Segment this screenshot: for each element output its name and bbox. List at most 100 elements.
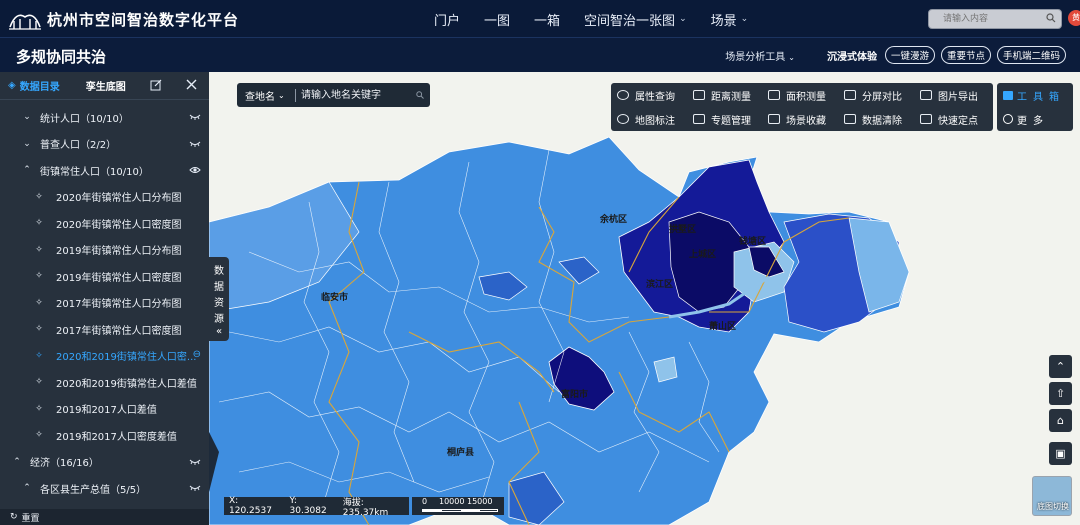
tool-label: 场景收藏 bbox=[786, 115, 826, 127]
eye-open-icon[interactable] bbox=[189, 165, 201, 175]
tree-item-label: 2020和2019街镇常住人口密... bbox=[56, 352, 197, 363]
tool-label: 地图标注 bbox=[635, 115, 675, 127]
tool-image-export[interactable]: 图片导出 bbox=[920, 84, 978, 106]
tool-area[interactable]: 面积测量 bbox=[768, 84, 826, 106]
chevron-down-icon[interactable]: ⌄ bbox=[22, 112, 32, 122]
tree-item[interactable]: ✧ 2019和2017人口差值 bbox=[0, 396, 209, 422]
remove-icon[interactable]: ⊖ bbox=[193, 349, 201, 360]
search-icon[interactable] bbox=[416, 91, 424, 99]
tree-item[interactable]: ⌄ 普查人口（2/2） bbox=[0, 131, 209, 157]
tool-scene-favorite[interactable]: 场景收藏 bbox=[768, 108, 826, 130]
tree-item[interactable]: ✧ 2017年街镇常住人口密度图 bbox=[0, 316, 209, 342]
split-screen-icon bbox=[844, 90, 856, 100]
eye-closed-icon: ✧ bbox=[35, 271, 43, 281]
more-button[interactable]: 更多 bbox=[1003, 108, 1049, 130]
elevation: 海拔: 235.37km bbox=[342, 497, 389, 518]
reset-button[interactable]: ↻ 重置 bbox=[0, 509, 209, 525]
nav-scene[interactable]: 场景 ⌄ bbox=[701, 10, 759, 29]
map-canvas[interactable]: 余杭区 拱墅区 钱塘区 上城区 滨江区 萧山区 临安市 富阳市 桐庐县 bbox=[209, 72, 1080, 525]
global-search-input[interactable] bbox=[929, 10, 1039, 28]
tab-data-catalog[interactable]: ◈ 数据目录 bbox=[8, 78, 60, 93]
tool-label: 面积测量 bbox=[786, 91, 826, 103]
eraser-icon bbox=[844, 114, 856, 124]
eye-closed-icon[interactable] bbox=[189, 139, 201, 149]
nav-spatial-map[interactable]: 空间智治一张图 ⌄ bbox=[574, 10, 697, 29]
compass-button[interactable]: ⌃ bbox=[1049, 355, 1072, 378]
scene-tools-menu[interactable]: 场景分析工具 ⌄ bbox=[725, 48, 795, 63]
nav-portal[interactable]: 门户 bbox=[424, 10, 470, 29]
tree-item[interactable]: ✧ 2019和2017人口密度差值 bbox=[0, 422, 209, 448]
tool-label: 数据清除 bbox=[862, 115, 902, 127]
nav-box[interactable]: 一箱 bbox=[524, 10, 570, 29]
chevron-up-icon[interactable]: ⌃ bbox=[22, 483, 32, 493]
tree-item[interactable]: ✧ 2019年街镇常住人口分布图 bbox=[0, 237, 209, 263]
app-title: 杭州市空间智治数字化平台 bbox=[47, 11, 240, 29]
tree-item[interactable]: ⌃ 经济（16/16） bbox=[0, 449, 209, 475]
tool-quick-locate[interactable]: 快速定点 bbox=[920, 108, 978, 130]
data-catalog-panel: ◈ 数据目录 孪生底图 ⌄ 统计人口（10/10） ⌄ 普查人口（2/2） ⌃ 街镇常住人口… bbox=[0, 72, 209, 525]
ruler-icon bbox=[693, 90, 705, 100]
tool-distance[interactable]: 距离测量 bbox=[693, 84, 751, 106]
coordinate-readout: X: 120.2537 Y: 30.3082 海拔: 235.37km bbox=[224, 496, 409, 518]
navigation-icon: ⇧ bbox=[1055, 387, 1066, 400]
tool-attribute-query[interactable]: 属性查询 bbox=[617, 84, 675, 106]
tree-item[interactable]: ✧ 2020年街镇常住人口分布图 bbox=[0, 184, 209, 210]
edit-icon[interactable] bbox=[150, 79, 162, 91]
tree-item[interactable]: ✧ 2019年街镇常住人口密度图 bbox=[0, 263, 209, 289]
close-icon[interactable] bbox=[185, 78, 198, 91]
tool-data-clear[interactable]: 数据清除 bbox=[844, 108, 902, 130]
tool-label: 图片导出 bbox=[938, 91, 978, 103]
search-icon[interactable] bbox=[1046, 13, 1056, 23]
tool-split-compare[interactable]: 分屏对比 bbox=[844, 84, 902, 106]
tool-map-annotate[interactable]: 地图标注 bbox=[617, 108, 675, 130]
tree-item-label: 2019和2017人口差值 bbox=[56, 405, 157, 416]
gallery-icon: ▣ bbox=[1055, 447, 1066, 460]
tree-item[interactable]: ⌃ 各区县生产总值（5/5） bbox=[0, 475, 209, 501]
chevron-up-icon[interactable]: ⌃ bbox=[22, 165, 32, 175]
eye-closed-icon: ✧ bbox=[35, 191, 43, 202]
tree-item[interactable]: ✧ 2020和2019街镇常住人口差值 bbox=[0, 369, 209, 395]
panel-collapse-handle[interactable]: 数 据 资 源 « bbox=[209, 257, 229, 341]
panel-tabs: ◈ 数据目录 孪生底图 bbox=[0, 72, 209, 100]
tree-item[interactable]: ⌄ 统计人口（10/10） bbox=[0, 104, 209, 130]
reset-north-button[interactable]: ⇧ bbox=[1049, 382, 1072, 405]
eye-closed-icon[interactable] bbox=[189, 112, 201, 122]
tool-theme-manage[interactable]: 专题管理 bbox=[693, 108, 751, 130]
tree-item[interactable]: ✧ 2020年街镇常住人口密度图 bbox=[0, 210, 209, 236]
scale-label: 15000 bbox=[467, 497, 493, 506]
tree-item[interactable]: ⌃ 街镇常住人口（10/10） bbox=[0, 157, 209, 183]
eye-closed-icon[interactable] bbox=[189, 457, 201, 467]
nav-map[interactable]: 一图 bbox=[474, 10, 520, 29]
chevron-down-icon[interactable]: ⌄ bbox=[22, 139, 32, 149]
mobile-qr-button[interactable]: 手机端二维码 bbox=[996, 46, 1066, 64]
toolbox-button[interactable]: 工具箱 bbox=[1003, 84, 1065, 106]
tree-item[interactable]: ✧ 2017年街镇常住人口分布图 bbox=[0, 290, 209, 316]
tree-item-label: 2020年街镇常住人口密度图 bbox=[56, 219, 182, 231]
chevron-down-icon: ⌄ bbox=[679, 14, 687, 24]
home-button[interactable]: ⌂ bbox=[1049, 409, 1072, 432]
place-search-input[interactable] bbox=[296, 85, 408, 105]
tree-item-label: 各区县生产总值（5/5） bbox=[40, 484, 147, 496]
place-label-shangcheng: 上城区 bbox=[689, 250, 717, 260]
tab-twin-basemap[interactable]: 孪生底图 bbox=[86, 78, 126, 93]
place-label-qiantang: 钱塘区 bbox=[739, 237, 767, 247]
one-click-tour-button[interactable]: 一键漫游 bbox=[884, 46, 935, 64]
eye-closed-icon[interactable] bbox=[189, 483, 201, 493]
eye-closed-icon: ✧ bbox=[35, 403, 43, 414]
search-type-select[interactable]: 查地名 ⌄ bbox=[237, 88, 295, 103]
gallery-button[interactable]: ▣ bbox=[1049, 442, 1072, 465]
user-avatar[interactable]: 黄 bbox=[1068, 10, 1080, 26]
more-label: 更多 bbox=[1017, 115, 1049, 127]
tool-label: 快速定点 bbox=[938, 115, 978, 127]
tree-item[interactable]: ✧ 2020和2019街镇常住人口密... ⊖ bbox=[0, 343, 209, 369]
basemap-switch-button[interactable]: 底图切换 bbox=[1032, 476, 1072, 516]
place-label-fuyang: 富阳市 bbox=[561, 390, 589, 400]
attribute-query-icon bbox=[617, 90, 629, 100]
tree-item-label: 2019和2017人口密度差值 bbox=[56, 431, 177, 443]
place-label-xiaoshan: 萧山区 bbox=[709, 322, 737, 332]
key-nodes-button[interactable]: 重要节点 bbox=[940, 46, 991, 64]
nav-label: 一箱 bbox=[534, 13, 561, 29]
chevron-up-icon[interactable]: ⌃ bbox=[12, 457, 22, 467]
top-header: 杭州市空间智治数字化平台 门户 一图 一箱 空间智治一张图⌄ 场景⌄ 黄 bbox=[0, 0, 1080, 38]
tool-label: 距离测量 bbox=[711, 91, 751, 103]
